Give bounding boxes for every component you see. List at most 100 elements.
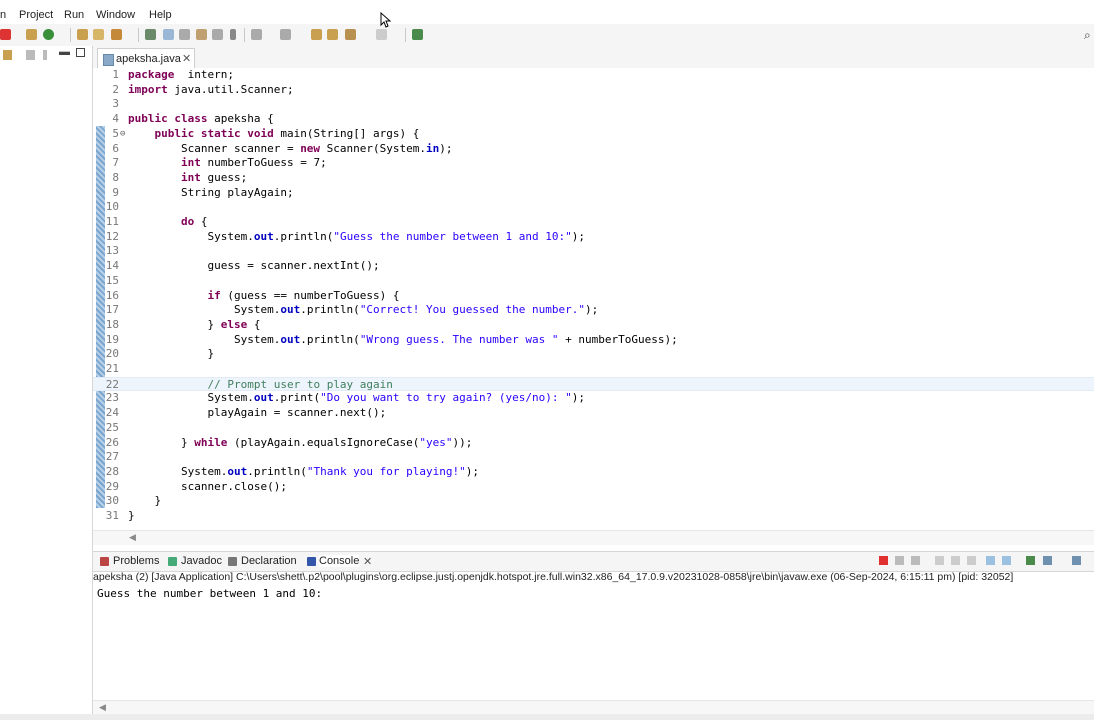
code-line[interactable]: 1 package intern; [93, 68, 1094, 83]
code-line[interactable]: 31} [93, 509, 1094, 524]
open-type-icon[interactable] [77, 29, 88, 40]
forward-arrow-icon[interactable] [376, 29, 387, 40]
back-arrow-icon[interactable] [345, 29, 356, 40]
menu-item-run[interactable]: Run [64, 9, 84, 21]
code-line[interactable]: 23 System.out.print("Do you want to try … [93, 391, 1094, 406]
line-number: 5 [112, 126, 119, 140]
view-menu-icon[interactable] [43, 50, 47, 60]
code-line[interactable]: 27 [93, 450, 1094, 465]
code-line[interactable]: 10 [93, 200, 1094, 215]
code-token: out [227, 464, 248, 478]
close-icon[interactable]: ✕ [182, 52, 191, 65]
code-line[interactable]: 21 [93, 362, 1094, 377]
display-console-icon[interactable] [1043, 556, 1052, 565]
code-line[interactable]: 8 int guess; [93, 171, 1094, 186]
code-line[interactable]: 20 } [93, 347, 1094, 362]
tab-javadoc[interactable]: Javadoc [181, 555, 222, 567]
code-line[interactable]: 18 } else { [93, 318, 1094, 333]
tab-declaration[interactable]: Declaration [241, 555, 297, 567]
code-line[interactable]: 17 System.out.println("Correct! You gues… [93, 303, 1094, 318]
code-line[interactable]: 7 int numberToGuess = 7; [93, 156, 1094, 171]
code-line[interactable]: 26 } while (playAgain.equalsIgnoreCase("… [93, 436, 1094, 451]
code-line[interactable]: 4 public class apeksha { [93, 112, 1094, 127]
show-whitespace-icon[interactable] [212, 29, 223, 40]
close-icon[interactable]: ✕ [363, 555, 372, 568]
new-package-icon[interactable] [26, 29, 37, 40]
menu-item-window[interactable]: Window [96, 9, 135, 21]
forward-history-icon[interactable] [327, 29, 338, 40]
scroll-left-icon[interactable]: ◀ [129, 532, 136, 543]
code-line[interactable]: 12 System.out.println("Guess the number … [93, 230, 1094, 245]
minimize-icon[interactable]: ▬ [59, 46, 70, 58]
code-line[interactable]: 3 [93, 97, 1094, 112]
line-number: 15 [105, 273, 119, 287]
menu-item-help[interactable]: Help [149, 9, 172, 21]
tab-problems[interactable]: Problems [113, 555, 159, 567]
next-annotation-icon[interactable] [251, 29, 262, 40]
code-line[interactable]: 13 [93, 244, 1094, 259]
editor-tab-apeksha[interactable]: apeksha.java ✕ [97, 48, 195, 69]
pin-console-icon[interactable] [1026, 556, 1035, 565]
run-icon[interactable] [0, 29, 11, 40]
clear-console-icon[interactable] [967, 556, 976, 565]
word-wrap-icon[interactable] [179, 29, 190, 40]
remove-all-icon[interactable] [911, 556, 920, 565]
code-line[interactable]: 25 [93, 421, 1094, 436]
code-line[interactable]: 28 System.out.println("Thank you for pla… [93, 465, 1094, 480]
code-token: "yes" [419, 435, 453, 449]
code-line[interactable]: 6 Scanner scanner = new Scanner(System.i… [93, 142, 1094, 157]
search-icon[interactable]: ⌕ [1084, 28, 1091, 43]
code-line[interactable]: 19 System.out.println("Wrong guess. The … [93, 333, 1094, 348]
pin-editor-icon[interactable] [412, 29, 423, 40]
code-line[interactable]: 16 if (guess == numberToGuess) { [93, 289, 1094, 304]
maximize-icon[interactable] [76, 48, 85, 57]
tab-console[interactable]: Console [319, 555, 360, 567]
previous-annotation-icon[interactable] [280, 29, 291, 40]
line-number: 30 [105, 494, 119, 508]
remove-launch-icon[interactable] [895, 556, 904, 565]
last-edit-location-icon[interactable] [311, 29, 322, 40]
open-console-icon[interactable] [1072, 556, 1081, 565]
line-number: 21 [105, 362, 119, 375]
new-class-icon[interactable] [43, 29, 54, 40]
code-token: ); [571, 391, 585, 405]
code-line[interactable]: 30 } [93, 494, 1094, 509]
package-explorer-icon[interactable] [3, 50, 12, 60]
code-editor[interactable]: 1 package intern; 2 import java.util.Scanne… [93, 68, 1094, 530]
word-wrap-console-icon[interactable] [951, 556, 960, 565]
code-token: new [300, 141, 321, 155]
code-line[interactable]: 24 playAgain = scanner.next(); [93, 406, 1094, 421]
console-output[interactable]: Guess the number between 1 and 10: [97, 587, 322, 600]
code-token: { [194, 215, 208, 228]
java-file-icon [103, 54, 114, 66]
code-line[interactable]: 9 String playAgain; [93, 186, 1094, 201]
block-selection-icon[interactable] [196, 29, 207, 40]
fold-toggle-icon[interactable]: ⊖ [120, 127, 125, 142]
annotation-icon[interactable] [145, 29, 156, 40]
terminate-icon[interactable] [879, 556, 888, 565]
scroll-lock-icon[interactable] [935, 556, 944, 565]
editor-horizontal-scrollbar[interactable]: ◀ [93, 530, 1094, 545]
console-horizontal-scrollbar[interactable]: ◀ [93, 700, 1094, 715]
search-tools-icon[interactable] [111, 29, 122, 40]
collapse-all-icon[interactable] [26, 50, 35, 60]
show-on-error-icon[interactable] [1002, 556, 1011, 565]
menu-item-project[interactable]: Project [19, 9, 53, 21]
code-line[interactable]: 2 import java.util.Scanner; [93, 83, 1094, 98]
pilcrow-icon[interactable] [230, 29, 236, 40]
code-line[interactable]: 29 scanner.close(); [93, 480, 1094, 495]
scroll-left-icon[interactable]: ◀ [99, 702, 106, 713]
code-line[interactable]: 22 // Prompt user to play again [93, 376, 1094, 392]
line-number: 28 [105, 464, 119, 478]
open-resource-icon[interactable] [93, 29, 104, 40]
code-line[interactable]: 14 guess = scanner.nextInt(); [93, 259, 1094, 274]
code-line[interactable]: 15 [93, 274, 1094, 289]
mark-occurrences-icon[interactable] [163, 29, 174, 40]
code-line[interactable]: 5 ⊖ public static void main(String[] args… [93, 127, 1094, 142]
code-text: System.out.println("Wrong guess. The num… [128, 333, 678, 348]
show-on-output-icon[interactable] [986, 556, 995, 565]
code-text: } while (playAgain.equalsIgnoreCase("yes… [128, 436, 472, 451]
code-text: int numberToGuess = 7; [128, 156, 327, 171]
code-line[interactable]: 11 do { [93, 215, 1094, 230]
menu-item-partial[interactable]: n [0, 9, 6, 21]
